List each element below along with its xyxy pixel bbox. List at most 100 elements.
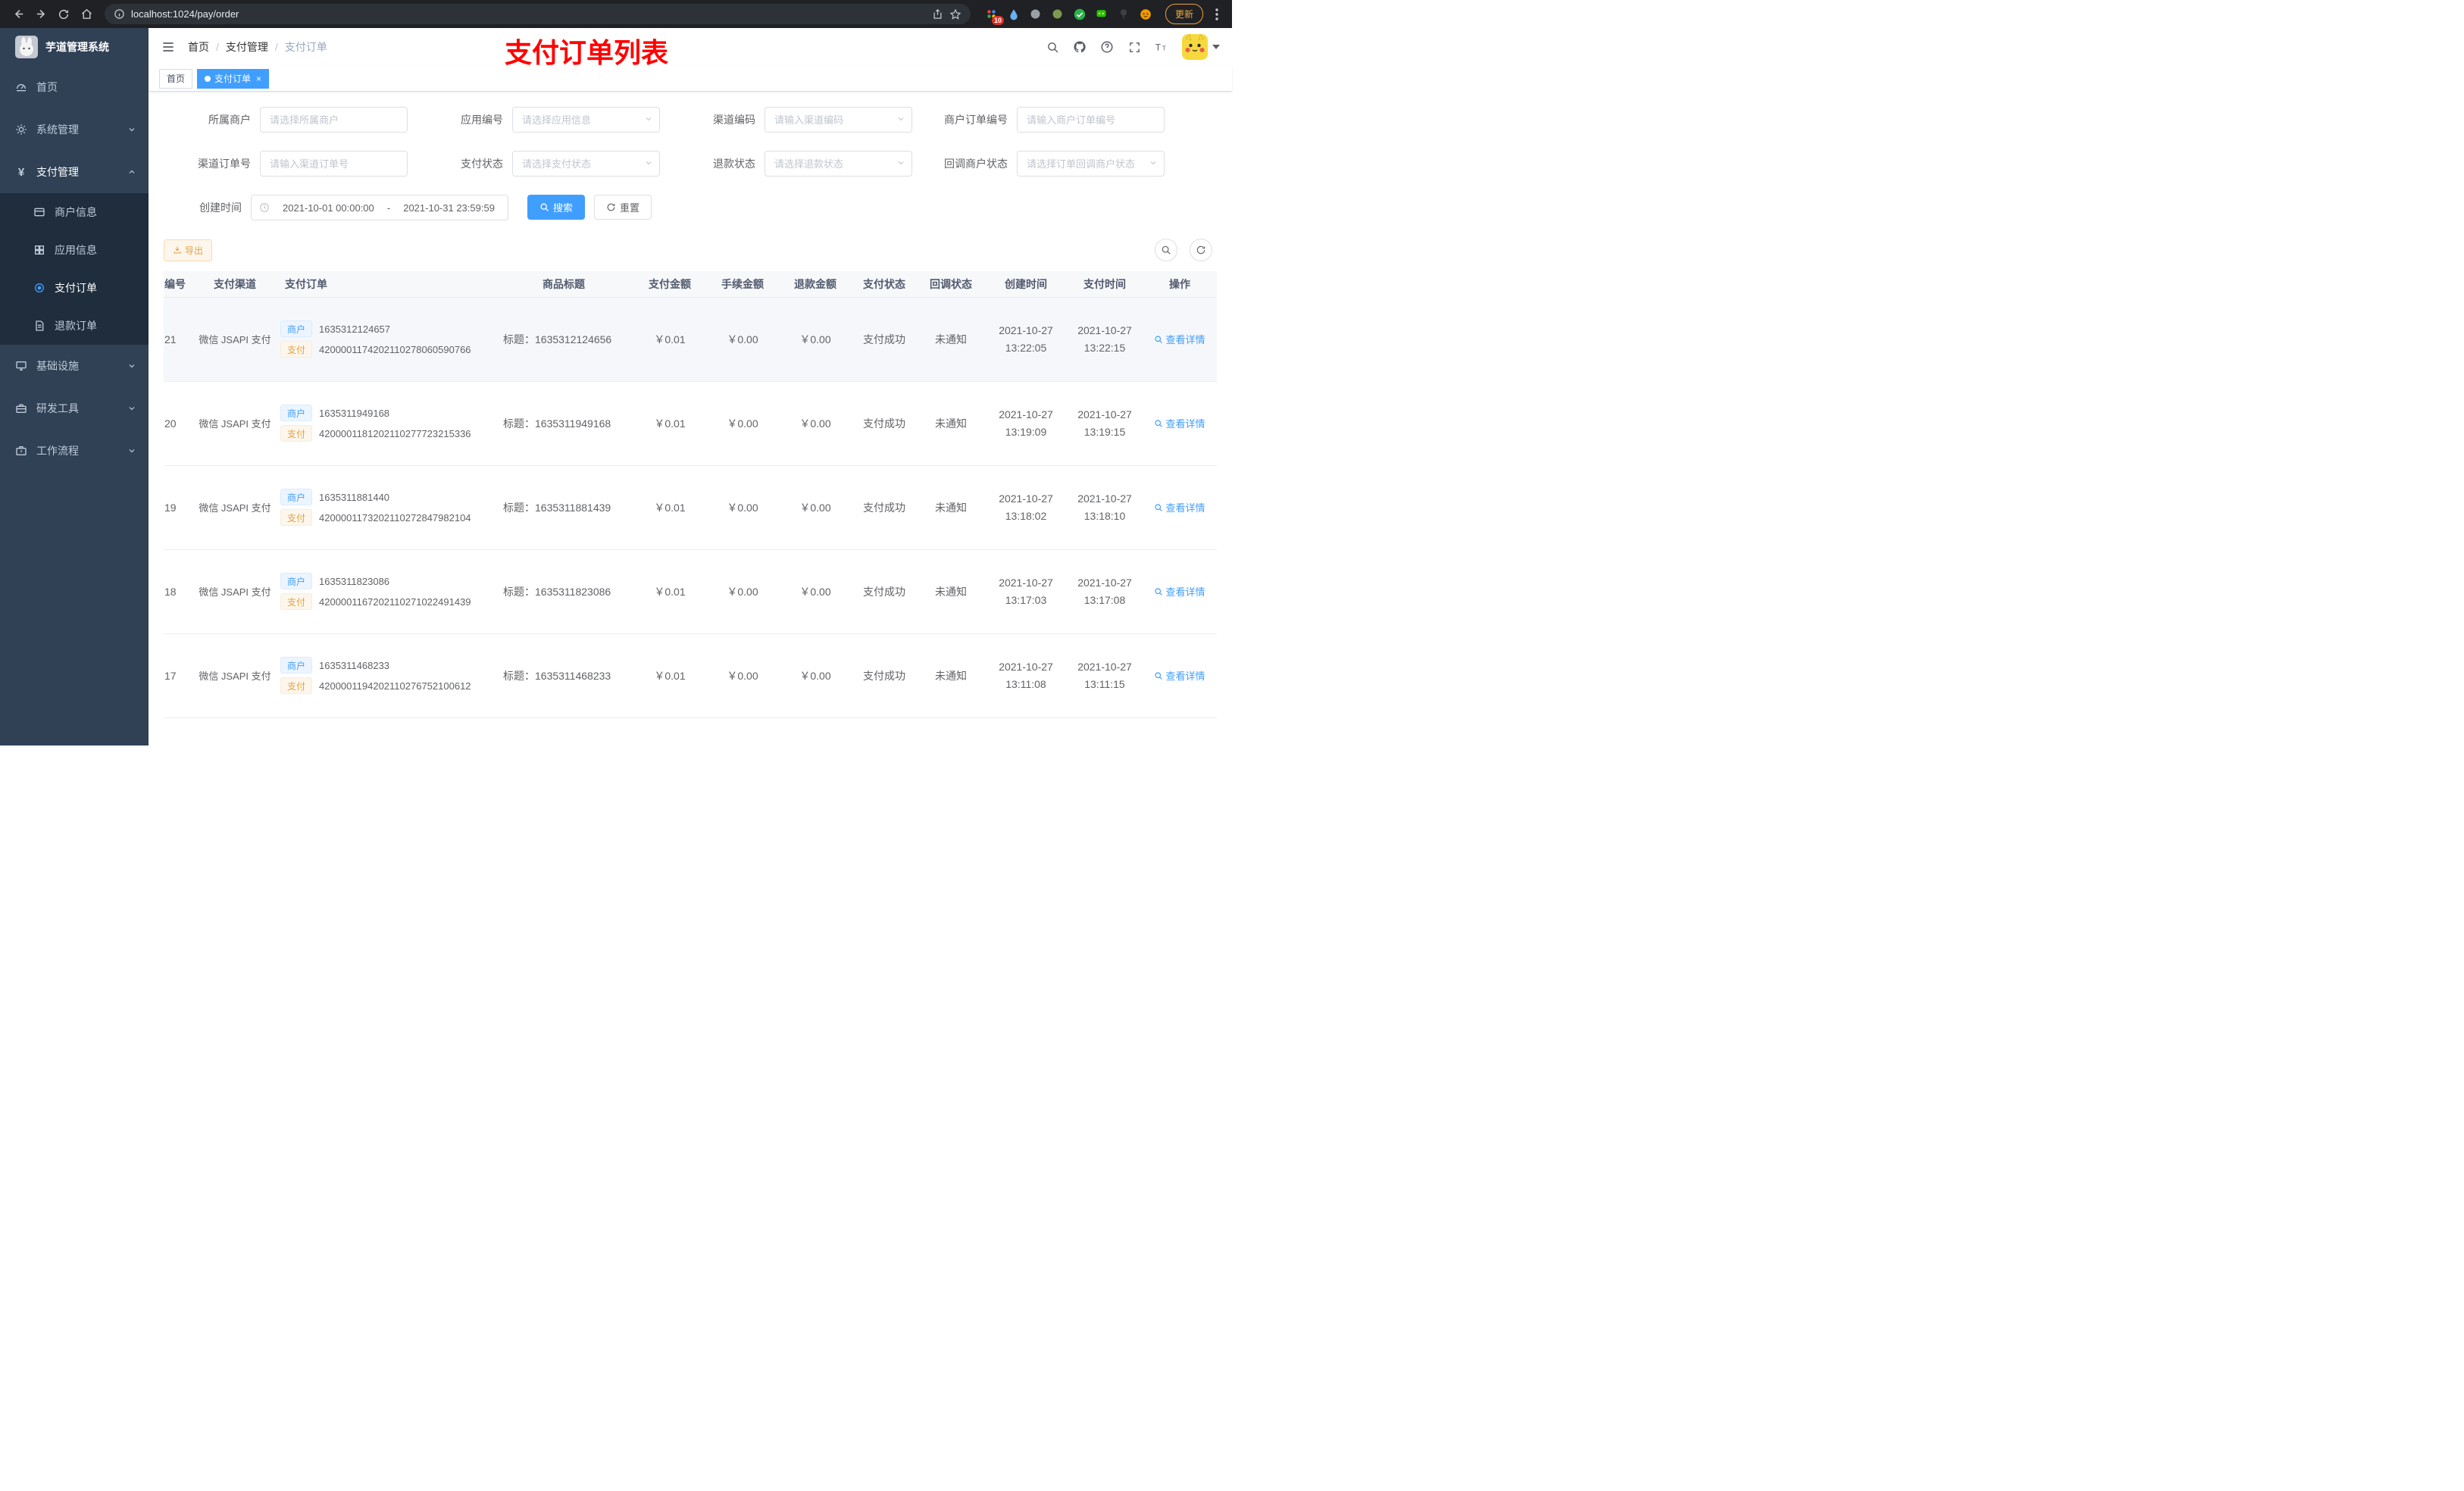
merchant-order-no-input[interactable] [1017, 107, 1165, 133]
view-detail-link[interactable]: 查看详情 [1154, 584, 1205, 599]
col-create-time[interactable]: 创建时间 [985, 271, 1067, 298]
extension-green-icon[interactable] [1050, 7, 1065, 22]
breadcrumb-home[interactable]: 首页 [188, 39, 209, 55]
extension-grid-icon[interactable]: 10 [984, 7, 1004, 25]
notify-status: 未通知 [935, 585, 967, 598]
url-text: localhost:1024/pay/order [131, 8, 239, 20]
app-logo[interactable]: 芋道管理系统 [0, 28, 149, 66]
view-detail-link[interactable]: 查看详情 [1154, 668, 1205, 683]
back-icon[interactable] [8, 4, 29, 25]
pay-time: 13:22:15 [1083, 341, 1126, 354]
forward-icon[interactable] [30, 4, 52, 25]
view-detail-link[interactable]: 查看详情 [1154, 500, 1205, 514]
breadcrumb-pay[interactable]: 支付管理 [226, 39, 268, 55]
font-size-icon[interactable]: TT [1155, 40, 1168, 54]
toolbox-icon [15, 402, 27, 414]
table-row[interactable]: 21 微信 JSAPI 支付 商户 1635312124657 支付 4200001… [164, 297, 1217, 382]
col-amount[interactable]: 支付金额 [633, 271, 706, 298]
home-icon[interactable] [76, 4, 97, 25]
fee-amount: ￥0.00 [727, 417, 758, 430]
extensions-cluster: 10 [984, 7, 1153, 25]
fullscreen-icon[interactable] [1127, 40, 1141, 54]
view-detail-link[interactable]: 查看详情 [1154, 332, 1205, 346]
table-row[interactable]: 19 微信 JSAPI 支付 商户 1635311881440 支付 4200001… [164, 465, 1217, 550]
col-refund[interactable]: 退款金额 [779, 271, 852, 298]
browser-update-button[interactable]: 更新 [1165, 4, 1203, 24]
share-icon[interactable] [932, 8, 943, 20]
url-bar[interactable]: localhost:1024/pay/order [105, 4, 971, 24]
table-row[interactable]: 商户1635311457136 [164, 717, 1217, 746]
filter-label: 创建时间 [199, 202, 242, 214]
extension-check-icon[interactable] [1072, 7, 1087, 22]
sidebar-item-merchant-info[interactable]: 商户信息 [0, 193, 149, 231]
channel-code-select[interactable] [765, 107, 912, 133]
sidebar-item-infra[interactable]: 基础设施 [0, 345, 149, 387]
filter-label: 所属商户 [208, 114, 251, 126]
col-order[interactable]: 支付订单 [276, 271, 494, 298]
tab-home[interactable]: 首页 [159, 68, 193, 89]
help-icon[interactable] [1100, 40, 1114, 54]
tags-view: 首页 支付订单 × [149, 66, 1232, 92]
sidebar-item-workflow[interactable]: 工作流程 [0, 430, 149, 472]
extension-pin-icon[interactable] [1116, 7, 1131, 22]
table-row[interactable]: 20 微信 JSAPI 支付 商户 1635311949168 支付 4200001… [164, 381, 1217, 466]
tab-pay-order[interactable]: 支付订单 × [197, 68, 270, 89]
collapse-sidebar-icon[interactable] [161, 39, 176, 55]
page-content: 所属商户 应用编号 渠道编码 [149, 92, 1232, 746]
github-icon[interactable] [1073, 40, 1087, 54]
col-status[interactable]: 支付状态 [852, 271, 917, 298]
pay-status-select[interactable] [512, 151, 660, 177]
sidebar-item-devtools[interactable]: 研发工具 [0, 387, 149, 430]
view-detail-link[interactable]: 查看详情 [1154, 416, 1205, 430]
merchant-tag: 商户 [280, 405, 313, 421]
menu-label: 系统管理 [36, 123, 79, 136]
create-date: 2021-10-27 [999, 661, 1053, 674]
merchant-tag: 商户 [280, 657, 313, 674]
user-menu[interactable] [1182, 34, 1220, 60]
sidebar-item-app-info[interactable]: 应用信息 [0, 231, 149, 269]
col-pay-time[interactable]: 支付时间 [1067, 271, 1143, 298]
sidebar-item-pay[interactable]: ¥ 支付管理 [0, 151, 149, 193]
pay-status: 支付成功 [863, 585, 905, 598]
channel-order-no-input[interactable] [260, 151, 408, 177]
sidebar-item-pay-order[interactable]: 支付订单 [0, 269, 149, 307]
col-fee[interactable]: 手续金额 [706, 271, 779, 298]
col-id[interactable]: 编号 [164, 271, 194, 298]
merchant-input[interactable] [260, 107, 408, 133]
browser-menu-icon[interactable] [1209, 8, 1224, 20]
search-button[interactable]: 搜索 [527, 195, 586, 220]
table-refresh-icon[interactable] [1190, 239, 1212, 261]
extension-gray-icon[interactable] [1028, 7, 1043, 22]
extension-drop-icon[interactable] [1006, 7, 1021, 22]
col-channel[interactable]: 支付渠道 [194, 271, 276, 298]
table-row[interactable]: 17 微信 JSAPI 支付 商户 1635311468233 支付 4200001… [164, 633, 1217, 718]
sidebar-item-refund-order[interactable]: 退款订单 [0, 307, 149, 345]
table-row[interactable]: 18 微信 JSAPI 支付 商户 1635311823086 支付 4200001… [164, 549, 1217, 634]
sidebar-item-home[interactable]: 首页 [0, 66, 149, 108]
menu-label: 研发工具 [36, 402, 79, 414]
site-info-icon[interactable] [114, 8, 125, 20]
create-time-range-picker[interactable]: 2021-10-01 00:00:00 - 2021-10-31 23:59:5… [251, 195, 508, 220]
sidebar-item-system[interactable]: 系统管理 [0, 108, 149, 151]
bookmark-star-icon[interactable] [949, 8, 962, 20]
menu-label: 商户信息 [55, 206, 97, 218]
merchant-tag: 商户 [280, 489, 313, 505]
reset-button[interactable]: 重置 [594, 195, 652, 220]
menu-label: 应用信息 [55, 244, 97, 256]
refund-status-select[interactable] [765, 151, 912, 177]
extension-chat-icon[interactable] [1094, 7, 1109, 22]
reload-icon[interactable] [53, 4, 74, 25]
tab-close-icon[interactable]: × [256, 73, 261, 84]
extension-robot-icon[interactable] [1138, 7, 1153, 22]
notify-status-select[interactable] [1017, 151, 1165, 177]
export-button[interactable]: 导出 [164, 239, 213, 261]
col-title[interactable]: 商品标题 [494, 271, 633, 298]
app-id-select[interactable] [512, 107, 660, 133]
col-notify[interactable]: 回调状态 [917, 271, 985, 298]
pay-status: 支付成功 [863, 333, 905, 345]
pay-time: 13:19:15 [1083, 425, 1126, 438]
col-actions[interactable]: 操作 [1143, 271, 1217, 298]
search-icon[interactable] [1046, 40, 1059, 54]
target-icon [33, 282, 45, 294]
table-search-icon[interactable] [1155, 239, 1177, 261]
